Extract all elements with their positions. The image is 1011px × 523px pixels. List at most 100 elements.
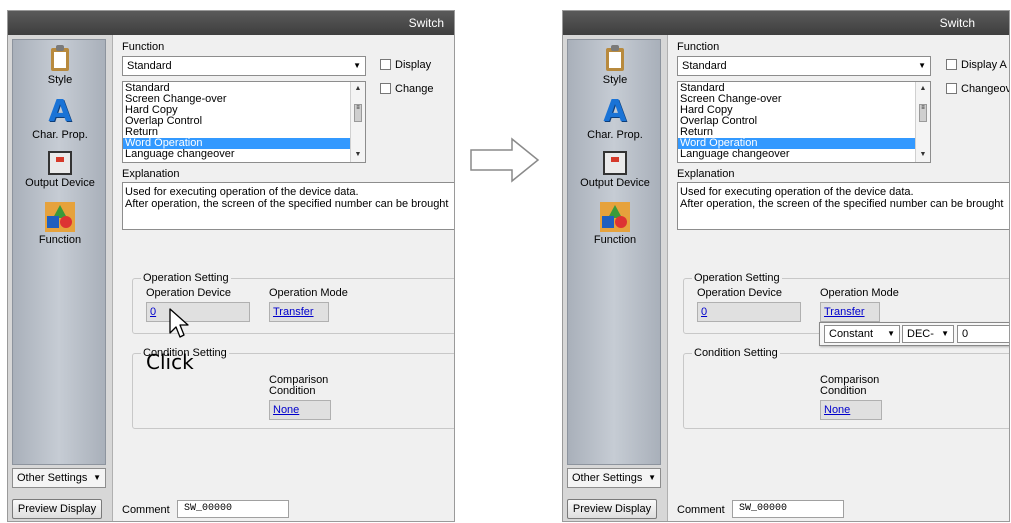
sidebar-nav: Style A Char. Prop. Output Device Functi… <box>12 39 106 465</box>
operation-device-field[interactable]: 0 <box>146 302 250 322</box>
format-select[interactable]: DEC- ▼ <box>902 325 954 343</box>
operation-device-label: Operation Device <box>697 287 782 299</box>
source-select-value: Constant <box>829 328 874 340</box>
sidebar-item-label: Char. Prop. <box>587 129 643 141</box>
explanation-line: Used for executing operation of the devi… <box>680 186 914 198</box>
sidebar-item-function[interactable]: Function <box>568 202 662 246</box>
comparison-condition-link[interactable]: None <box>824 404 850 416</box>
explanation-text: Used for executing operation of the devi… <box>122 182 454 230</box>
sidebar: Style A Char. Prop. Output Device Functi… <box>563 35 668 521</box>
function-label: Function <box>677 41 720 53</box>
format-select-value: DEC- <box>907 328 934 340</box>
window-title: Switch <box>939 16 975 30</box>
sidebar-item-label: Char. Prop. <box>32 129 88 141</box>
function-select-value: Standard <box>682 60 727 72</box>
preview-display-button[interactable]: Preview Display <box>12 499 102 519</box>
explanation-label: Explanation <box>677 168 735 180</box>
char-prop-icon: A <box>603 94 627 129</box>
other-settings-button[interactable]: Other Settings ▼ <box>12 468 106 488</box>
operation-mode-field[interactable]: Transfer <box>269 302 329 322</box>
checkbox-box[interactable] <box>946 83 957 94</box>
function-icon <box>45 202 75 232</box>
comparison-condition-field[interactable]: None <box>269 400 331 420</box>
explanation-line: After operation, the screen of the speci… <box>125 198 449 210</box>
other-settings-label: Other Settings <box>17 472 88 484</box>
checkbox-label: Changeov <box>961 83 1010 95</box>
operation-mode-label: Operation Mode <box>820 287 899 299</box>
condition-setting-legend: Condition Setting <box>692 347 780 359</box>
output-device-icon <box>603 151 627 175</box>
checkbox-label: Change <box>395 83 434 95</box>
display-checkbox[interactable]: Display <box>380 59 431 71</box>
scroll-down-icon[interactable]: ▼ <box>351 149 365 161</box>
change-checkbox[interactable]: Change <box>380 83 434 95</box>
operation-device-link[interactable]: 0 <box>701 306 707 318</box>
comparison-condition-link[interactable]: None <box>273 404 299 416</box>
sidebar-nav: Style A Char. Prop. Output Device Functi… <box>567 39 661 465</box>
chevron-down-icon: ▼ <box>941 329 949 338</box>
function-select[interactable]: Standard ▼ <box>122 56 366 76</box>
sidebar-item-char-prop[interactable]: A Char. Prop. <box>568 94 662 142</box>
list-scrollbar[interactable]: ▲ ≡ ▼ <box>350 82 365 162</box>
operation-device-field[interactable]: 0 <box>697 302 801 322</box>
comparison-label-line2: Condition <box>820 385 867 397</box>
main-content: Function Standard ▼ Standard Screen Chan… <box>116 35 454 521</box>
click-annotation: Click <box>146 350 194 374</box>
scroll-down-icon[interactable]: ▼ <box>916 149 930 161</box>
value-input[interactable]: 0 <box>957 325 1009 343</box>
checkbox-box[interactable] <box>380 83 391 94</box>
list-item[interactable]: Language changeover <box>123 149 365 160</box>
sidebar-item-label: Function <box>38 234 82 246</box>
display-checkbox[interactable]: Display A <box>946 59 1007 71</box>
output-device-icon <box>48 151 72 175</box>
sidebar-item-char-prop[interactable]: A Char. Prop. <box>13 94 107 142</box>
operation-device-link[interactable]: 0 <box>150 306 156 318</box>
change-checkbox[interactable]: Changeov <box>946 83 1010 95</box>
explanation-text: Used for executing operation of the devi… <box>677 182 1009 230</box>
preview-display-button[interactable]: Preview Display <box>567 499 657 519</box>
condition-setting-group: Condition Setting Comparison Condition N… <box>683 347 1009 429</box>
char-prop-icon: A <box>48 94 72 129</box>
clipboard-icon <box>604 44 626 72</box>
function-icon <box>600 202 630 232</box>
list-item[interactable]: Overlap Control <box>678 116 930 127</box>
list-item[interactable]: Language changeover <box>678 149 930 160</box>
function-list[interactable]: Standard Screen Change-over Hard Copy Ov… <box>677 81 931 163</box>
list-item[interactable]: Overlap Control <box>123 116 365 127</box>
operation-mode-label: Operation Mode <box>269 287 348 299</box>
checkbox-box[interactable] <box>380 59 391 70</box>
checkbox-label: Display <box>395 59 432 71</box>
mouse-pointer-icon <box>169 308 189 338</box>
sidebar-item-style[interactable]: Style <box>13 44 107 86</box>
switch-dialog-after: Switch Style A Char. Prop. Output Device… <box>562 10 1010 522</box>
list-scrollbar[interactable]: ▲ ≡ ▼ <box>915 82 930 162</box>
sidebar-item-function[interactable]: Function <box>13 202 107 246</box>
operation-mode-link[interactable]: Transfer <box>824 306 865 318</box>
sidebar-item-output-device[interactable]: Output Device <box>13 151 107 189</box>
other-settings-button[interactable]: Other Settings ▼ <box>567 468 661 488</box>
source-select[interactable]: Constant ▼ <box>824 325 900 343</box>
scroll-thumb[interactable]: ≡ <box>354 104 362 122</box>
checkbox-label: Display A <box>961 59 1007 71</box>
sidebar-item-label: Output Device <box>25 177 95 189</box>
other-settings-label: Other Settings <box>572 472 643 484</box>
comparison-condition-field[interactable]: None <box>820 400 882 420</box>
function-select[interactable]: Standard ▼ <box>677 56 931 76</box>
device-value-popup: Constant ▼ DEC- ▼ 0 ▲▼ <box>819 322 1009 346</box>
chevron-down-icon: ▼ <box>353 61 361 70</box>
operation-mode-field[interactable]: Transfer <box>820 302 880 322</box>
sidebar-item-label: Output Device <box>580 177 650 189</box>
operation-setting-legend: Operation Setting <box>692 272 782 284</box>
sidebar-item-output-device[interactable]: Output Device <box>568 151 662 189</box>
sidebar-item-style[interactable]: Style <box>568 44 662 86</box>
scroll-up-icon[interactable]: ▲ <box>916 83 930 95</box>
scroll-thumb[interactable]: ≡ <box>919 104 927 122</box>
function-list[interactable]: Standard Screen Change-over Hard Copy Ov… <box>122 81 366 163</box>
operation-mode-link[interactable]: Transfer <box>273 306 314 318</box>
scroll-up-icon[interactable]: ▲ <box>351 83 365 95</box>
checkbox-box[interactable] <box>946 59 957 70</box>
sidebar-item-label: Style <box>47 74 73 86</box>
explanation-line: After operation, the screen of the speci… <box>680 198 1004 210</box>
explanation-line: Used for executing operation of the devi… <box>125 186 359 198</box>
chevron-down-icon: ▼ <box>93 473 101 482</box>
